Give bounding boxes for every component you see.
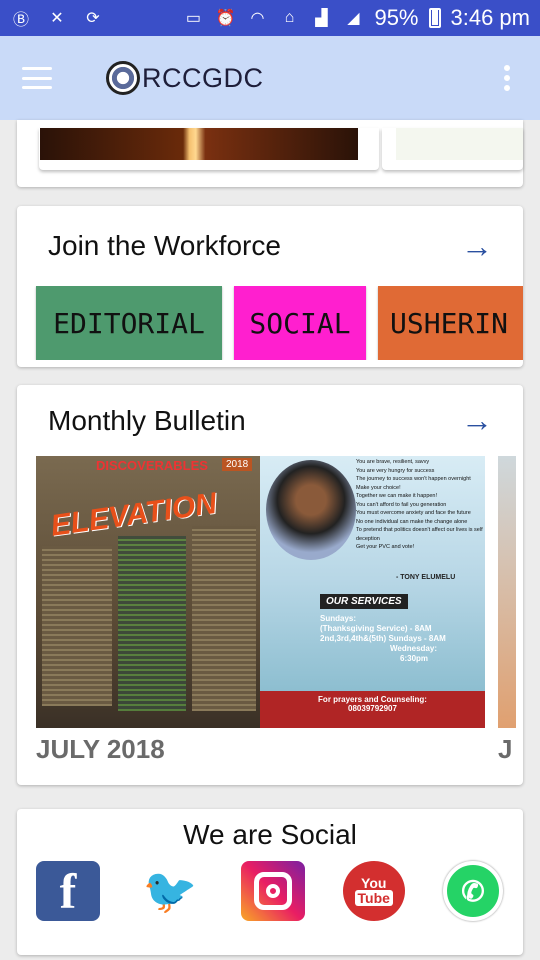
overflow-menu-icon[interactable]	[504, 65, 510, 91]
missed-call-icon: ✕	[50, 10, 64, 27]
bulletin-left-page: DISCOVERABLES 2018 ELEVATION	[36, 456, 260, 728]
service-line: (Thanksgiving Service) - 8AM	[320, 624, 432, 633]
brand: RCCGDC	[106, 61, 264, 95]
tile-label: SOCIAL	[249, 306, 351, 340]
facebook-icon[interactable]: f	[36, 861, 100, 921]
services-title: OUR SERVICES	[320, 594, 408, 609]
tile-label: EDITORIAL	[53, 306, 205, 340]
tile-editorial[interactable]: EDITORIAL	[36, 286, 222, 360]
social-title: We are Social	[183, 819, 357, 850]
quote: You must overcome anxiety and face the f…	[356, 510, 471, 516]
quote: To pretend that politics doesn't affect …	[356, 527, 483, 542]
signal-2-icon: ◢	[347, 10, 360, 27]
alarm-icon: ⏰	[215, 10, 236, 27]
quote: You can't afford to fail you generation	[356, 501, 447, 508]
cast-icon: ▭	[185, 10, 202, 27]
wifi-icon: ◠	[250, 10, 265, 27]
home-icon: ⌂	[284, 9, 295, 26]
carousel-image	[40, 128, 358, 160]
text-column	[118, 536, 186, 711]
bulletin-image[interactable]: DISCOVERABLES 2018 ELEVATION You are bra…	[36, 456, 485, 728]
app-title: RCCGDC	[142, 62, 264, 93]
workforce-title: Join the Workforce	[48, 230, 281, 261]
instagram-icon[interactable]	[240, 861, 305, 921]
quote: Make your choice!	[356, 484, 401, 491]
bulletin-next-image[interactable]	[498, 456, 516, 728]
battery-icon	[428, 8, 441, 28]
status-bar: Ⓑ ✕ ⟳ ▭ ⏰ ◠ ⌂ ▟ ◢ 95% 3:46 pm	[0, 0, 540, 36]
quote: No one individual can make the change al…	[356, 518, 468, 525]
menu-icon[interactable]	[22, 67, 52, 89]
service-line: Wednesday:	[390, 644, 437, 653]
bulletin-right-page: You are brave, resilient, savvy You are …	[260, 456, 485, 728]
carousel-card-2[interactable]	[382, 128, 523, 170]
counsel-phone: 08039792907	[348, 704, 397, 713]
workforce-tiles: EDITORIAL SOCIAL USHERIN	[17, 286, 523, 360]
arrow-right-icon[interactable]: →	[461, 228, 493, 265]
tile-ushering[interactable]: USHERIN	[378, 286, 523, 360]
quote: The journey to success won't happen over…	[356, 476, 471, 482]
app-bar: RCCGDC	[0, 36, 540, 120]
signal-icon: ▟	[315, 10, 328, 27]
tile-label: USHERIN	[390, 306, 509, 340]
rccg-logo	[106, 61, 140, 95]
carousel-image-2	[396, 128, 523, 160]
text-column	[42, 546, 112, 706]
counsel-banner: For prayers and Counseling: 08039792907	[260, 691, 485, 728]
speaker-photo	[266, 460, 356, 560]
arrow-right-icon[interactable]: →	[461, 402, 493, 439]
workforce-card: Join the Workforce → EDITORIAL SOCIAL US…	[17, 206, 523, 367]
carousel-card-1[interactable]	[39, 128, 379, 170]
social-card: We are Social f 🐦 You Tube ✆	[17, 809, 523, 955]
bulletin-tag: 2018	[222, 458, 253, 471]
text-column	[192, 526, 256, 711]
battery-percent: 95%	[374, 5, 419, 30]
social-icons: f 🐦 You Tube ✆	[17, 861, 523, 921]
quote-author: - TONY ELUMELU	[396, 574, 456, 581]
bulletin-title: Monthly Bulletin	[48, 404, 246, 436]
bulletin-carousel: DISCOVERABLES 2018 ELEVATION You are bra…	[36, 456, 523, 728]
sync-icon: ⟳	[86, 10, 100, 27]
clock: 3:46 pm	[450, 5, 531, 30]
quote: You are brave, resilient, savvy	[356, 459, 430, 465]
bulletin-card: Monthly Bulletin → DISCOVERABLES 2018 EL…	[17, 385, 523, 785]
quote: You are very hungry for success	[356, 467, 435, 474]
quote: Get your PVC and vote!	[356, 544, 415, 550]
service-line: Sundays:	[320, 614, 357, 623]
tile-social[interactable]: SOCIAL	[234, 286, 366, 360]
top-card	[17, 120, 523, 187]
youtube-icon[interactable]: You Tube	[342, 861, 405, 921]
service-line: 6:30pm	[400, 654, 429, 663]
bulletin-month: JULY 2018	[36, 734, 165, 764]
bulletin-month-next: J	[498, 734, 513, 764]
bulletin-brand: DISCOVERABLES	[96, 458, 208, 473]
data-saver-icon: Ⓑ	[12, 12, 29, 29]
service-line: 2nd,3rd,4th&(5th) Sundays - 8AM	[320, 634, 446, 643]
counsel-title: For prayers and Counseling:	[318, 695, 427, 704]
quote: Together we can make it happen!	[356, 493, 438, 499]
whatsapp-icon[interactable]: ✆	[443, 861, 503, 921]
twitter-icon[interactable]: 🐦	[138, 861, 202, 921]
